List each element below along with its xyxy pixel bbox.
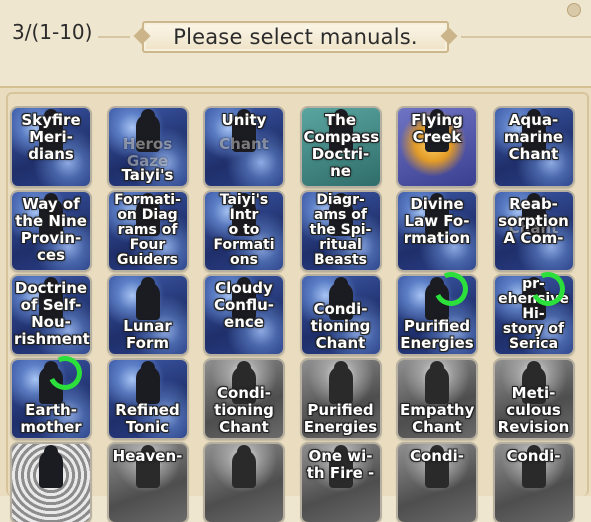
manual-tile[interactable]: Condi- tioning Chant [301,276,380,354]
manual-label: Condi- tioning Chant [214,384,274,436]
manual-label: Reab- sorption A Com- [498,195,569,247]
manual-tile[interactable]: Chant Reab- sorption A Com- [494,192,573,270]
manual-tile[interactable]: Divine Law Fo- rmation [398,192,476,270]
manual-tile[interactable]: One wi- th Fire - [301,444,380,522]
manual-tile[interactable]: Formati- on Diag rams of Four Guiders [108,192,187,270]
manual-tile[interactable]: Heros Gaze Taiyi's [108,108,187,186]
manual-label: Divine Law Fo- rmation [403,195,471,247]
manual-figure-icon [328,361,353,404]
manual-tile[interactable]: The Compass Doctri- ne [301,108,380,186]
manual-tile[interactable]: Skyfire Meri- dians [12,108,90,186]
manual-label: The Compass Doctri- ne [303,111,380,180]
manual-label: Meti- culous Revision [497,384,570,436]
manual-tile[interactable]: Diagr- ams of the Spi- ritual Beasts [301,192,380,270]
manual-figure-icon [425,361,449,404]
manual-figure-icon [39,445,63,488]
manual-label: Doctrine of Self- Nou- rishment [14,279,90,348]
header-divider-left [98,36,130,38]
selection-counter: 3/(1-10) [12,20,93,44]
manual-label: Lunar Form [123,317,172,352]
manual-label: Taiyi's [121,166,174,184]
corner-ornament-icon [567,3,581,17]
manual-label: Condi- [506,447,561,465]
manual-label: Formati- on Diag rams of Four Guiders [114,192,181,268]
manual-tile[interactable]: Empathy Chant [398,360,476,438]
manual-tile[interactable]: Meti- culous Revision [494,360,573,438]
manual-tile[interactable]: Purified Energies [301,360,380,438]
manual-tile[interactable]: Chant Unity [205,108,283,186]
manual-tile[interactable]: Taiyi's Intr o to Formati ons [205,192,283,270]
manual-tile[interactable]: Lunar Form [108,276,187,354]
manual-label: Flying Creek [411,111,463,146]
manual-tile[interactable]: Cloudy Conflu- ence [205,276,283,354]
manual-ghost-label: Heros Gaze [122,135,173,170]
manual-tile[interactable]: Flying Creek [398,108,476,186]
manual-tile[interactable]: Condi- [494,444,573,522]
manual-figure-icon [135,277,160,320]
manual-label: Heaven- [112,447,183,465]
manual-tile[interactable]: Way of the Nine Provin- ces [12,192,90,270]
header-divider-right [461,36,591,38]
title-banner: Please select manuals. [128,18,463,56]
manual-ghost-label: Chant [219,135,269,153]
manual-tile[interactable] [12,444,90,522]
manual-tile[interactable]: Condi- tioning Chant [205,360,283,438]
manual-label: Condi- [409,447,465,465]
manual-label: Condi- tioning Chant [310,300,371,352]
manual-label: Cloudy Conflu- ence [213,279,274,331]
manual-figure-icon [232,445,256,488]
manual-label: Taiyi's Intr o to Formati ons [213,192,275,268]
manual-tile[interactable]: Aqua- marine Chant [494,108,573,186]
manual-label: Aqua- marine Chant [503,111,564,163]
manual-tile[interactable]: Refined Tonic [108,360,187,438]
manual-tile[interactable]: Doctrine of Self- Nou- rishment [12,276,90,354]
manual-label: Diagr- ams of the Spi- ritual Beasts [309,192,372,268]
manual-tile[interactable]: Heaven- [108,444,187,522]
manual-tile[interactable]: Condi- [398,444,476,522]
manual-label: Empathy Chant [400,401,475,436]
manual-label: Purified Energies [400,317,474,352]
manual-label: Unity [221,111,267,129]
manual-label: Skyfire Meri- dians [21,111,81,163]
manual-label: Refined Tonic [115,401,180,436]
manual-label: One wi- th Fire - [306,447,375,482]
manual-label: Purified Energies [303,401,378,436]
manual-figure-icon [135,361,160,404]
manual-tile[interactable] [205,444,283,522]
manual-label: Way of the Nine Provin- ces [15,195,87,264]
page-title: Please select manuals. [173,25,418,49]
manual-label: Earth- mother [20,401,82,436]
